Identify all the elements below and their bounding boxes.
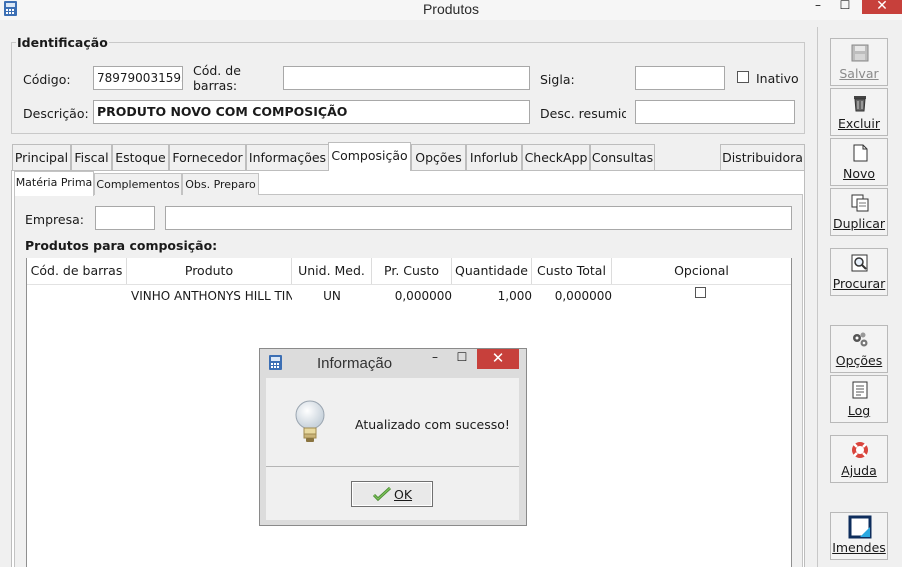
subtab-obs-preparo[interactable]: Obs. Preparo [182, 173, 259, 195]
help-lifebuoy-icon [852, 442, 868, 458]
search-icon [851, 254, 868, 272]
cell-quantidade[interactable]: 1,000 [452, 287, 532, 305]
ok-label: OK [394, 487, 413, 502]
new-document-icon [853, 144, 868, 162]
desc-resumida-field[interactable] [635, 100, 795, 124]
tab-principal[interactable]: Principal [12, 144, 71, 170]
col-header-cod-barras[interactable]: Cód. de barras [27, 258, 127, 284]
grid-header-divider [27, 284, 791, 285]
col-header-unid-med[interactable]: Unid. Med. [292, 258, 372, 284]
tab-fornecedor[interactable]: Fornecedor [169, 144, 246, 170]
duplicar-button[interactable]: Duplicar [830, 188, 888, 236]
descricao-label: Descrição: [23, 106, 89, 121]
excluir-button[interactable]: Excluir [830, 88, 888, 136]
identification-title: Identificação [16, 35, 109, 50]
sigla-field[interactable] [635, 66, 725, 90]
tab-estoque[interactable]: Estoque [112, 144, 169, 170]
dialog-maximize-button[interactable]: ☐ [454, 350, 470, 364]
side-panel-divider [817, 27, 818, 567]
ok-thumbs-icon [372, 486, 392, 502]
cell-unid[interactable]: UN [292, 287, 372, 305]
dialog-title: Informação [317, 355, 393, 372]
ajuda-button[interactable]: Ajuda [830, 435, 888, 483]
codigo-field[interactable]: 789790031593 [93, 66, 183, 90]
salvar-label: Salvar [839, 66, 879, 81]
lightbulb-icon [295, 400, 325, 442]
tab-composicao[interactable]: Composição [328, 142, 411, 171]
save-icon [851, 44, 869, 62]
dialog-divider [266, 466, 519, 467]
tab-opcoes[interactable]: Opções [411, 144, 466, 170]
cod-barras-label-line2: barras: [193, 78, 238, 93]
imendes-icon [848, 515, 872, 539]
dialog-message: Atualizado com sucesso! [355, 417, 510, 432]
novo-label: Novo [842, 166, 876, 181]
subtab-complementos[interactable]: Complementos [94, 173, 182, 195]
novo-button[interactable]: Novo [830, 138, 888, 186]
window-title: Produtos [422, 1, 480, 17]
tab-distribuidora[interactable]: Distribuidora [720, 144, 805, 170]
inativo-label: Inativo [756, 71, 799, 86]
tab-fiscal[interactable]: Fiscal [71, 144, 112, 170]
tab-checkapp[interactable]: CheckApp [522, 144, 590, 170]
sigla-label: Sigla: [540, 72, 575, 87]
col-header-custo-total[interactable]: Custo Total [532, 258, 612, 284]
cod-barras-label-line1: Cód. de [193, 63, 241, 78]
dialog-minimize-button[interactable]: – [427, 350, 443, 364]
empresa-name-field[interactable] [165, 206, 792, 230]
imendes-button[interactable]: Imendes [830, 512, 888, 560]
imendes-label: Imendes [832, 540, 886, 555]
cod-barras-label: Cód. de barras: [193, 63, 241, 93]
cell-opcional-checkbox[interactable] [695, 287, 706, 298]
desc-resumida-label: Desc. resumida [540, 106, 626, 121]
opcoes-button[interactable]: Opções [830, 325, 888, 373]
tab-consultas[interactable]: Consultas [590, 144, 655, 170]
grid-title: Produtos para composição: [25, 238, 218, 253]
tab-inforlub[interactable]: Inforlub [466, 144, 522, 170]
salvar-button[interactable]: Salvar [830, 38, 888, 86]
cell-pr-custo[interactable]: 0,000000 [372, 287, 452, 305]
procurar-button[interactable]: Procurar [830, 248, 888, 296]
duplicate-icon [851, 194, 869, 212]
opcoes-label: Opções [835, 353, 883, 368]
dialog-close-button[interactable]: ✕ [477, 349, 519, 369]
inativo-checkbox[interactable] [737, 71, 749, 83]
ok-button[interactable]: OK [351, 481, 433, 507]
dialog-app-icon [269, 355, 282, 370]
close-button[interactable]: ✕ [862, 0, 902, 14]
col-header-quantidade[interactable]: Quantidade [452, 258, 532, 284]
empresa-code-field[interactable] [95, 206, 155, 230]
col-header-pr-custo[interactable]: Pr. Custo [372, 258, 452, 284]
cell-custo-total[interactable]: 0,000000 [532, 287, 612, 305]
procurar-label: Procurar [832, 276, 886, 291]
log-button[interactable]: Log [830, 375, 888, 423]
minimize-button[interactable]: – [806, 0, 830, 14]
trash-icon [854, 96, 866, 112]
subtab-materia-prima[interactable]: Matéria Prima [14, 171, 94, 196]
tab-informacoes[interactable]: Informações [246, 144, 329, 170]
codigo-label: Código: [23, 72, 71, 87]
cod-barras-field[interactable] [283, 66, 530, 90]
col-header-produto[interactable]: Produto [127, 258, 292, 284]
cell-produto[interactable]: VINHO ANTHONYS HILL TIN [131, 287, 292, 305]
ajuda-label: Ajuda [841, 463, 877, 478]
maximize-button[interactable]: ☐ [834, 0, 856, 14]
excluir-label: Excluir [838, 116, 880, 131]
cell-cod-barras[interactable] [30, 287, 125, 305]
gears-icon [853, 332, 868, 347]
col-header-opcional[interactable]: Opcional [612, 258, 791, 284]
descricao-field[interactable]: PRODUTO NOVO COM COMPOSIÇÃO [93, 100, 530, 124]
log-label: Log [847, 403, 871, 418]
log-icon [852, 381, 868, 399]
duplicar-label: Duplicar [832, 216, 886, 231]
empresa-label: Empresa: [25, 212, 84, 227]
